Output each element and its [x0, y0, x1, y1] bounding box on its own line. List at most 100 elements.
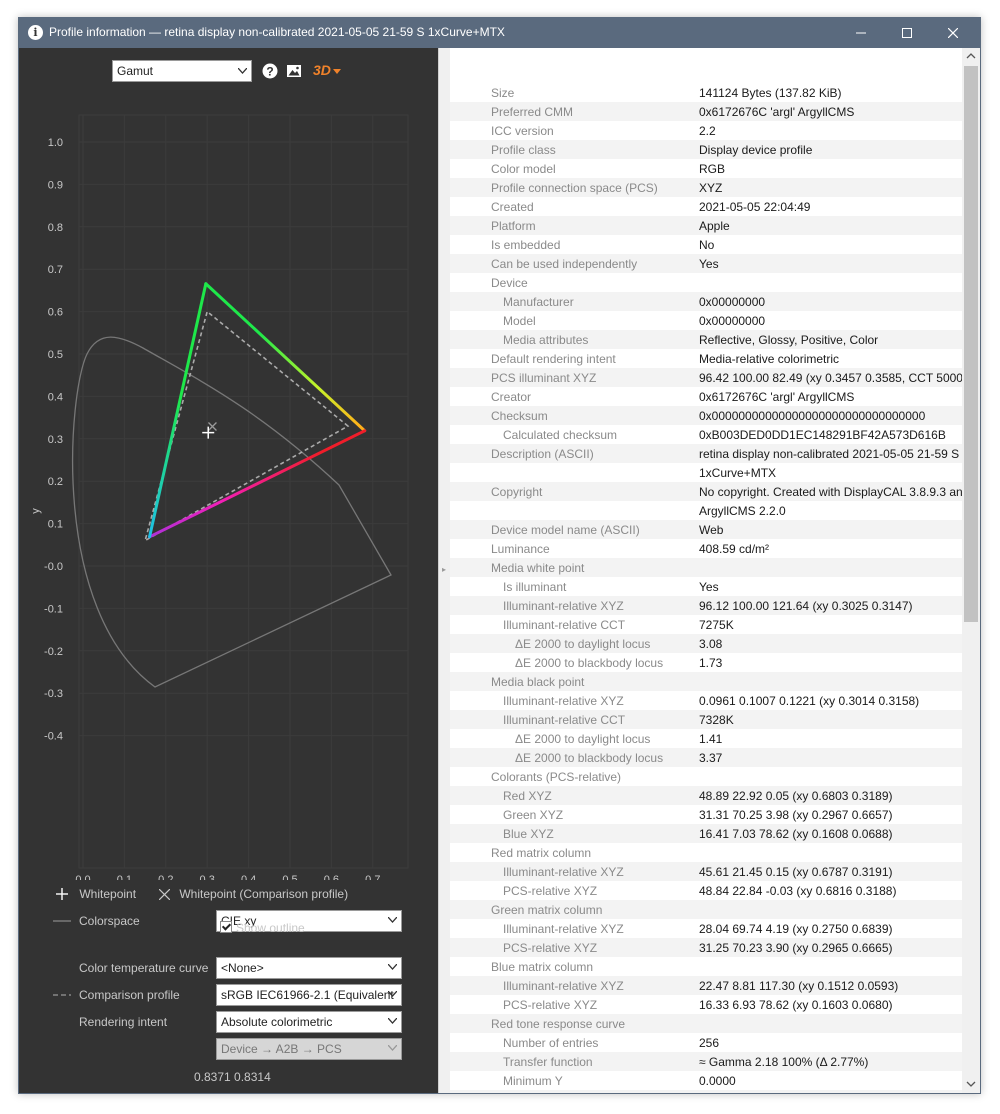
info-row-label: PCS illuminant XYZ: [491, 371, 597, 385]
y-tick-label: 0.8: [48, 222, 63, 234]
info-row-value: RGB: [699, 162, 726, 176]
info-row: Illuminant-relative XYZ 22.47 8.81 117.30…: [450, 976, 962, 995]
colorspace-label: Colorspace: [79, 914, 140, 928]
info-row: Profile connection space (PCS) XYZ: [450, 178, 962, 197]
info-row-value: 3.08: [699, 637, 723, 651]
svg-text:?: ?: [266, 65, 273, 79]
info-row: Blue matrix column: [450, 957, 962, 976]
info-row-label: ΔE 2000 to blackbody locus: [515, 751, 664, 765]
comparison-profile-select[interactable]: sRGB IEC61966-2.1 (Equivalent: [216, 984, 402, 1006]
minimize-button[interactable]: [838, 18, 884, 48]
info-row-value: No copyright. Created with DisplayCAL 3.…: [699, 485, 962, 499]
info-row: Calculated checksum 0xB003DED0DD1EC148291…: [450, 425, 962, 444]
info-row-value: ≈ Gamma 2.18 100% (Δ 2.77%): [699, 1055, 869, 1069]
color-temperature-curve-select[interactable]: <None>: [216, 957, 402, 979]
info-row-label: Device model name (ASCII): [491, 523, 640, 537]
info-row-label: Model: [503, 314, 536, 328]
comparison-whitepoint-marker: [207, 422, 217, 431]
info-row: ΔE 2000 to blackbody locus 3.37: [450, 748, 962, 767]
info-row-value: 0.0961 0.1007 0.1221 (xy 0.3014 0.3158): [699, 694, 920, 708]
info-row-value: 0x6172676C 'argl' ArgyllCMS: [699, 105, 855, 119]
show-outline-checkbox[interactable]: Show outline: [220, 921, 305, 935]
info-row-label: PCS-relative XYZ: [503, 998, 598, 1012]
y-tick-label: 0.2: [48, 476, 63, 488]
info-row-value: 31.25 70.23 3.90 (xy 0.2965 0.6665): [699, 941, 893, 955]
info-row-label: Illuminant-relative CCT: [503, 713, 626, 727]
x-tick-label: 0.7: [365, 874, 380, 880]
chevron-down-icon: [388, 991, 397, 997]
info-row-value: 96.12 100.00 121.64 (xy 0.3025 0.3147): [699, 599, 913, 613]
info-row-label: Creator: [491, 390, 532, 404]
plus-icon: [56, 888, 68, 900]
info-row-value: 0x6172676C 'argl' ArgyllCMS: [699, 390, 855, 404]
y-tick-labels: 1.21.11.00.90.80.70.60.50.40.30.20.1-0.0…: [44, 137, 63, 743]
info-row-label: Blue matrix column: [491, 960, 594, 974]
info-row-value: Yes: [699, 257, 719, 271]
info-row: Minimum Y 0.0000: [450, 1071, 962, 1090]
info-row-label: ΔE 2000 to daylight locus: [515, 637, 651, 651]
info-row-value: 1.73: [699, 656, 723, 670]
info-row-label: Media white point: [491, 561, 585, 575]
y-tick-label: 0.1: [48, 519, 63, 531]
info-row: Is embedded No: [450, 235, 962, 254]
y-tick-label: -0.0: [44, 561, 63, 573]
gamut-edge-blue-green: [148, 282, 208, 539]
view-select[interactable]: Gamut: [112, 60, 252, 82]
info-row-value: 2021-05-05 22:04:49: [699, 200, 811, 214]
info-row-label: Default rendering intent: [491, 352, 616, 366]
info-row-label: Preferred CMM: [491, 105, 574, 119]
info-row-value: 22.47 8.81 117.30 (xy 0.1512 0.0593): [699, 979, 899, 993]
legend-whitepoint: Whitepoint: [56, 887, 136, 901]
scroll-up-icon[interactable]: [966, 52, 976, 60]
gamut-panel: Gamut ? 3D 1.0 0.9 0.8 0.7 0.6 0.5 0.4 0…: [19, 48, 438, 1093]
info-row: Size 141124 Bytes (137.82 KiB): [450, 83, 962, 102]
info-row-value: 28.04 69.74 4.19 (xy 0.2750 0.6839): [699, 922, 893, 936]
panel-splitter[interactable]: ▸: [438, 48, 450, 1093]
info-row-value: Web: [699, 523, 724, 537]
scroll-down-icon[interactable]: [966, 1080, 976, 1088]
3d-label: 3D: [313, 62, 331, 78]
scrollbar-thumb[interactable]: [964, 66, 978, 622]
info-row-value: 0xB003DED0DD1EC148291BF42A573D616B: [699, 428, 946, 442]
info-row: Created 2021-05-05 22:04:49: [450, 197, 962, 216]
rendering-intent-value: Absolute colorimetric: [221, 1015, 333, 1029]
info-row: Luminance 408.59 cd/m²: [450, 539, 962, 558]
info-row: PCS-relative XYZ 31.25 70.23 3.90 (xy 0.2…: [450, 938, 962, 957]
info-row: Media black point: [450, 672, 962, 691]
help-icon[interactable]: ?: [261, 62, 279, 80]
spectral-locus: [71, 336, 392, 688]
y-tick-label: 0.7: [48, 264, 63, 276]
info-row: Platform Apple: [450, 216, 962, 235]
gamut-plot[interactable]: 1.21.11.00.90.80.70.60.50.40.30.20.1-0.0…: [19, 110, 438, 880]
info-row: Checksum 0x000000000000000000000000000000…: [450, 406, 962, 425]
info-row: Illuminant-relative XYZ 0.0961 0.1007 0.1…: [450, 691, 962, 710]
chevron-down-icon: [333, 69, 341, 74]
info-row: Illuminant-relative CCT 7328K: [450, 710, 962, 729]
direction-select: Device → A2B → PCS: [216, 1038, 402, 1060]
vertical-scrollbar[interactable]: [962, 48, 980, 1093]
3d-icon[interactable]: 3D: [311, 60, 345, 82]
info-row-label: Size: [491, 86, 515, 100]
info-row-value: 256: [699, 1036, 720, 1050]
maximize-button[interactable]: [884, 18, 930, 48]
comparison-profile-label: Comparison profile: [79, 988, 180, 1002]
info-row: Color model RGB: [450, 159, 962, 178]
info-row-label: Red tone response curve: [491, 1017, 626, 1031]
x-tick-labels: 0.0 0.1 0.2 0.3 0.4 0.5 0.6 0.7: [75, 874, 380, 880]
info-row: Copyright No copyright. Created with Disp…: [450, 482, 962, 501]
x-tick-label: 0.3: [200, 874, 215, 880]
image-icon[interactable]: [285, 62, 303, 80]
chevron-down-icon: [388, 1045, 397, 1051]
x-tick-label: 0.0: [75, 874, 90, 880]
rendering-intent-select[interactable]: Absolute colorimetric: [216, 1011, 402, 1033]
maximize-icon: [902, 28, 912, 38]
info-row-label: Profile class: [491, 143, 556, 157]
info-row: Device model name (ASCII) Web: [450, 520, 962, 539]
info-row-label: Colorants (PCS-relative): [491, 770, 622, 784]
x-tick-label: 0.5: [282, 874, 297, 880]
info-row-label: Created: [491, 200, 534, 214]
close-button[interactable]: [930, 18, 976, 48]
title-bar[interactable]: i Profile information — retina display n…: [19, 18, 980, 48]
info-row-value: 0x00000000000000000000000000000000: [699, 409, 926, 423]
checkbox-checked-icon: [220, 921, 232, 933]
